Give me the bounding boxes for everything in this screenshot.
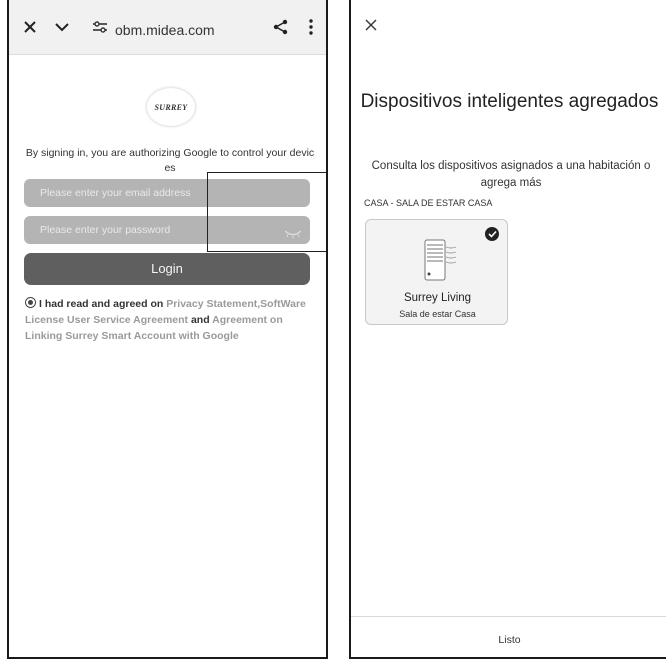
page-subtitle: Consulta los dispositivos asignados a un… <box>371 160 651 189</box>
agree-radio[interactable] <box>25 297 36 308</box>
agreement-prefix: I had read and agreed on <box>39 298 167 310</box>
chevron-down-icon[interactable] <box>51 0 73 54</box>
footer-divider <box>351 616 666 617</box>
device-card[interactable]: Surrey Living Sala de estar Casa <box>365 219 508 325</box>
more-vert-icon[interactable] <box>304 0 318 54</box>
close-icon[interactable] <box>19 0 41 54</box>
agreement-text: I had read and agreed on Privacy Stateme… <box>25 296 313 344</box>
tune-icon[interactable] <box>89 0 111 54</box>
device-room: Sala de estar Casa <box>399 309 476 319</box>
device-name: Surrey Living <box>403 292 472 304</box>
page-title: Dispositivos inteligentes agregados <box>360 91 659 112</box>
share-icon[interactable] <box>270 0 292 54</box>
surrey-logo: SURREY <box>147 88 195 126</box>
close-icon[interactable] <box>365 18 377 36</box>
signin-screen: obm.midea.com SURREY By signing in, you … <box>7 0 328 659</box>
highlight-box <box>207 172 326 252</box>
agreement-and: and <box>188 314 213 326</box>
done-button[interactable]: Listo <box>351 634 666 646</box>
logo-text: SURREY <box>154 102 188 112</box>
devices-added-screen: Dispositivos inteligentes agregados Cons… <box>349 0 666 659</box>
password-placeholder: Please enter your password <box>40 224 171 236</box>
login-button[interactable]: Login <box>24 253 310 285</box>
url-text[interactable]: obm.midea.com <box>115 0 215 54</box>
email-placeholder: Please enter your email address <box>40 187 191 199</box>
browser-toolbar: obm.midea.com <box>9 0 326 55</box>
room-section-label: CASA - SALA DE ESTAR CASA <box>364 198 493 208</box>
air-conditioner-icon <box>423 238 459 287</box>
privacy-statement-link[interactable]: Privacy Statement <box>166 298 257 310</box>
check-icon <box>485 227 499 241</box>
